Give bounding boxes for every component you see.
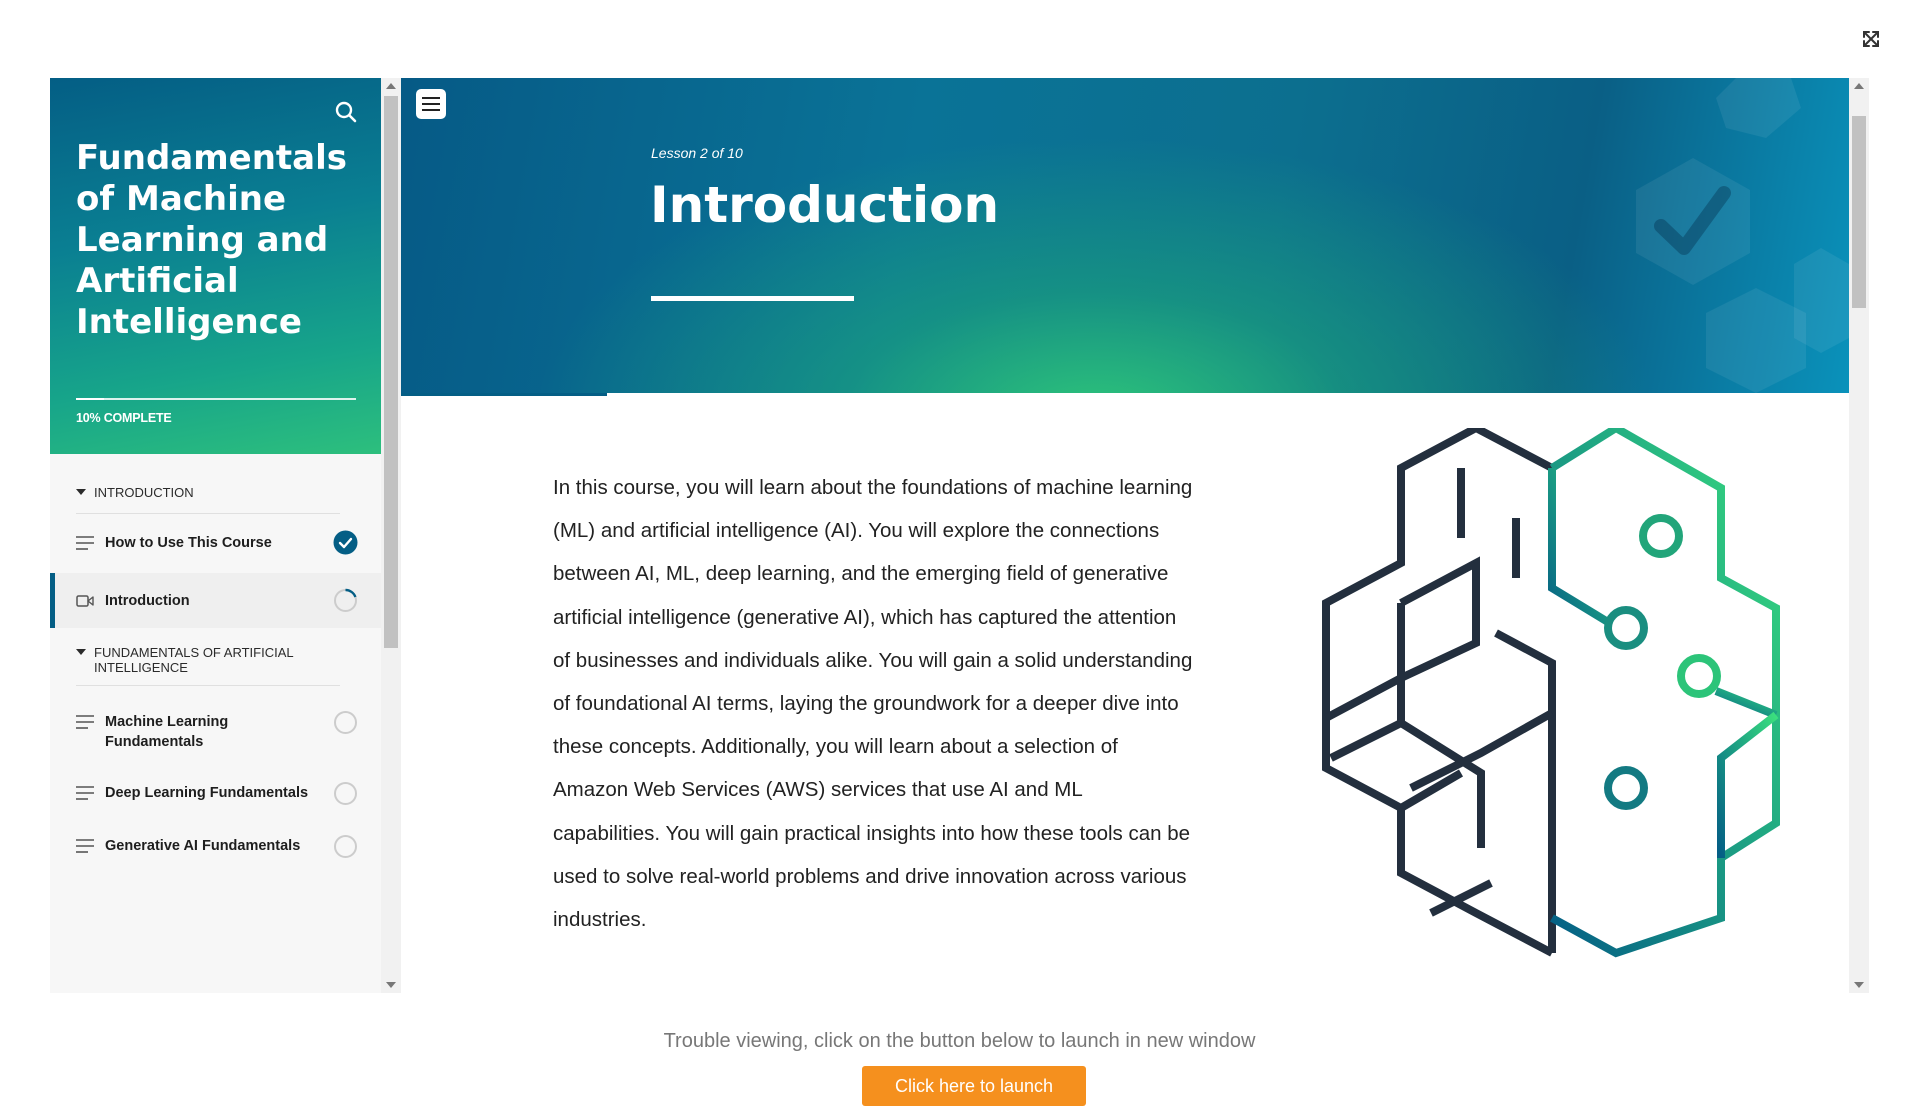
lesson-banner: Lesson 2 of 10 Introduction	[401, 78, 1849, 393]
text-lines-icon	[76, 536, 94, 550]
search-icon[interactable]	[334, 100, 358, 124]
sidebar-scrollbar[interactable]	[381, 78, 401, 993]
lesson-content: Lesson 2 of 10 Introduction In this cour…	[401, 78, 1849, 993]
scrollbar-thumb[interactable]	[384, 96, 398, 648]
progress-label: 10% COMPLETE	[76, 411, 172, 425]
text-lines-icon	[76, 839, 94, 853]
text-lines-icon	[76, 715, 94, 729]
menu-button[interactable]	[416, 89, 446, 119]
checkmark-circle-icon	[333, 530, 358, 555]
scroll-up-icon[interactable]	[1854, 83, 1864, 89]
lesson-label: How to Use This Course	[105, 535, 272, 551]
sidebar-header: Fundamentals of Machine Learning and Art…	[50, 78, 381, 454]
title-underline	[651, 296, 854, 301]
brain-circuit-icon	[1322, 428, 1780, 958]
empty-circle-icon	[334, 835, 357, 858]
caret-down-icon	[76, 649, 86, 655]
lesson-count: Lesson 2 of 10	[651, 145, 743, 161]
text-lines-icon	[76, 786, 94, 800]
progress-bar-fill	[76, 398, 104, 400]
lesson-label: Introduction	[105, 593, 190, 609]
lesson-title: Introduction	[650, 176, 1000, 234]
expand-icon[interactable]	[1860, 28, 1882, 50]
lesson-item-ml-fundamentals[interactable]: Machine Learning Fundamentals	[50, 690, 381, 752]
course-sidebar: Fundamentals of Machine Learning and Art…	[50, 78, 381, 993]
lesson-label: Machine Learning Fundamentals	[105, 714, 229, 750]
lesson-item-how-to-use[interactable]: How to Use This Course	[50, 518, 381, 568]
progress-ring-icon	[334, 588, 357, 612]
empty-circle-icon	[334, 782, 357, 805]
scroll-up-icon[interactable]	[386, 83, 396, 89]
lesson-label: Generative AI Fundamentals	[105, 838, 301, 854]
section-header-fundamentals-ai[interactable]: FUNDAMENTALS OF ARTIFICIAL INTELLIGENCE	[76, 645, 340, 686]
lesson-label: Deep Learning Fundamentals	[105, 785, 309, 801]
scroll-down-icon[interactable]	[1854, 982, 1864, 988]
lesson-item-dl-fundamentals[interactable]: Deep Learning Fundamentals	[50, 760, 381, 810]
trouble-viewing-text: Trouble viewing, click on the button bel…	[663, 1030, 1256, 1052]
lesson-paragraph: In this course, you will learn about the…	[553, 476, 1193, 932]
scrollbar-thumb[interactable]	[1852, 116, 1866, 308]
scroll-down-icon[interactable]	[386, 982, 396, 988]
content-scrollbar[interactable]	[1849, 78, 1869, 993]
course-title: Fundamentals of Machine Learning and Art…	[76, 138, 348, 342]
course-frame: Fundamentals of Machine Learning and Art…	[50, 78, 1869, 993]
active-lesson-indicator	[50, 573, 55, 628]
launch-button[interactable]: Click here to launch	[862, 1066, 1086, 1106]
lesson-progress-indicator	[401, 393, 607, 396]
caret-down-icon	[76, 489, 86, 495]
lesson-item-genai-fundamentals[interactable]: Generative AI Fundamentals	[50, 813, 381, 863]
lesson-item-introduction[interactable]: Introduction	[50, 573, 381, 628]
section-header-introduction[interactable]: INTRODUCTION	[76, 485, 340, 514]
empty-circle-icon	[334, 711, 357, 734]
section-title: INTRODUCTION	[94, 485, 194, 500]
progress-bar	[76, 398, 356, 400]
hexagon-checkmark-icon	[1636, 78, 1849, 393]
video-camera-icon	[76, 595, 94, 607]
section-title: FUNDAMENTALS OF ARTIFICIAL INTELLIGENCE	[94, 645, 294, 675]
